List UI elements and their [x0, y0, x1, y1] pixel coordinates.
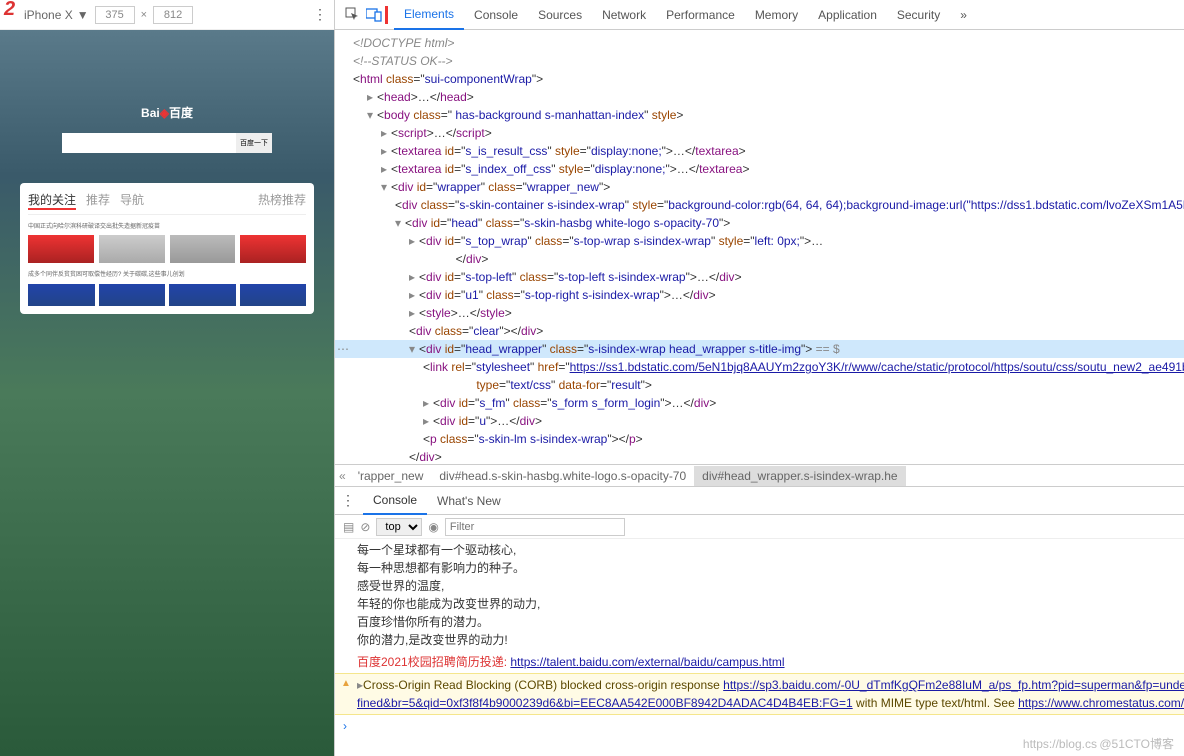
- dimension-separator: ×: [141, 9, 147, 21]
- console-output[interactable]: all_async_search_2e6e014.js:211 每一个星球都有一…: [335, 539, 1184, 756]
- recording-indicator: [385, 6, 388, 24]
- inspect-icon[interactable]: [341, 4, 363, 26]
- dom-node[interactable]: ▾<div id="wrapper" class="wrapper_new">: [335, 178, 1184, 196]
- main-tabs: Elements Console Sources Network Perform…: [394, 0, 977, 30]
- device-viewport: Bai◈百度 百度一下 我的关注 推荐 导航 热榜推荐 中国正式向哈尔滨科研破译…: [0, 30, 334, 756]
- watermark: https://blog.cs @51CTO博客: [1023, 735, 1174, 752]
- dom-node[interactable]: ▸<textarea id="s_index_off_css" style="d…: [335, 160, 1184, 178]
- card-tab-ref[interactable]: 热榜推荐: [258, 191, 306, 210]
- card-tab-1[interactable]: 我的关注: [28, 191, 76, 210]
- device-width-input[interactable]: [95, 6, 135, 24]
- dom-node[interactable]: <!DOCTYPE html>: [335, 34, 1184, 52]
- dom-node[interactable]: ▸<div id="s_fm" class="s_form s_form_log…: [335, 394, 1184, 412]
- baidu-logo: Bai◈百度: [0, 100, 334, 123]
- device-height-input[interactable]: [153, 6, 193, 24]
- breadcrumb: « 'rapper_new div#head.s-skin-hasbg.whit…: [335, 464, 1184, 486]
- tab-sources[interactable]: Sources: [528, 1, 592, 29]
- console-prompt[interactable]: [335, 715, 1184, 737]
- eye-icon[interactable]: ◉: [428, 520, 438, 534]
- baidu-search-button[interactable]: 百度一下: [236, 133, 272, 153]
- log-entry: all_async_search_2e6e014.js:211 每一个星球都有一…: [335, 539, 1184, 651]
- dom-node[interactable]: <!--STATUS OK-->: [335, 52, 1184, 70]
- log-warning: ▸Cross-Origin Read Blocking (CORB) block…: [335, 673, 1184, 715]
- console-filter-input[interactable]: [445, 518, 625, 536]
- drawer-menu-icon[interactable]: ⋮: [341, 492, 355, 509]
- tab-memory[interactable]: Memory: [745, 1, 808, 29]
- device-emulation-pane: 2 iPhone X ▼ × ⋮ Bai◈百度 百度一下 我的关注 推荐 导航 …: [0, 0, 335, 756]
- tabs-overflow-icon[interactable]: »: [950, 1, 977, 29]
- dom-node[interactable]: ▸<div id="s_top_wrap" class="s-top-wrap …: [335, 232, 1184, 268]
- thumb[interactable]: [28, 235, 94, 263]
- thumb[interactable]: [170, 235, 236, 263]
- device-name: iPhone X: [24, 8, 73, 22]
- dom-node-selected[interactable]: ▾<div id="head_wrapper" class="s-isindex…: [335, 340, 1184, 358]
- crumb-selected[interactable]: div#head_wrapper.s-isindex-wrap.he: [694, 466, 905, 486]
- sidebar-toggle-icon[interactable]: ▤: [343, 520, 354, 534]
- tab-elements[interactable]: Elements: [394, 0, 464, 30]
- card-tab-2[interactable]: 推荐: [86, 191, 110, 210]
- devtools-main-toolbar: Elements Console Sources Network Perform…: [335, 0, 1184, 30]
- dom-node[interactable]: ▸<head>…</head>: [335, 88, 1184, 106]
- kebab-menu-icon[interactable]: ⋮: [313, 6, 328, 23]
- news-1[interactable]: 中国正式向哈尔滨科研破译交出批失造据新冠疫苗: [28, 221, 306, 230]
- device-toggle-icon[interactable]: [363, 4, 385, 26]
- crumb[interactable]: 'rapper_new: [350, 466, 432, 486]
- tab-application[interactable]: Application: [808, 1, 887, 29]
- console-drawer: ⋮ Console What's New ✕ ▤ ⊘ top ◉ Default…: [335, 486, 1184, 756]
- crumb[interactable]: div#head.s-skin-hasbg.white-logo.s-opaci…: [431, 466, 694, 486]
- tab-console[interactable]: Console: [464, 1, 528, 29]
- drawer-tab-console[interactable]: Console: [363, 487, 427, 515]
- badge[interactable]: [28, 284, 95, 306]
- thumb[interactable]: [99, 235, 165, 263]
- dom-tree[interactable]: <!DOCTYPE html> <!--STATUS OK--> <html c…: [335, 30, 1184, 464]
- news-2[interactable]: 成多个同伴反贫贫困可取偿性经历? 关于碳碳,这些事儿创划: [28, 269, 306, 278]
- badge[interactable]: [169, 284, 236, 306]
- dom-node[interactable]: ▾<div id="head" class="s-skin-hasbg whit…: [335, 214, 1184, 232]
- device-toolbar: 2 iPhone X ▼ × ⋮: [0, 0, 334, 30]
- device-selector[interactable]: iPhone X ▼: [6, 8, 89, 22]
- clear-console-icon[interactable]: ⊘: [360, 520, 370, 534]
- dom-node[interactable]: ▸<div id="u">…</div>: [335, 412, 1184, 430]
- log-entry: all_async_search_2e6e014.js:211百度2021校园招…: [335, 651, 1184, 673]
- phone-frame[interactable]: Bai◈百度 百度一下 我的关注 推荐 导航 热榜推荐 中国正式向哈尔滨科研破译…: [0, 30, 334, 756]
- dom-node[interactable]: ▸<textarea id="s_is_result_css" style="d…: [335, 142, 1184, 160]
- annotation-2: 2: [4, 0, 15, 21]
- drawer-tab-whatsnew[interactable]: What's New: [427, 488, 511, 514]
- news-card: 我的关注 推荐 导航 热榜推荐 中国正式向哈尔滨科研破译交出批失造据新冠疫苗 成…: [20, 183, 314, 314]
- devtools-pane: Elements Console Sources Network Perform…: [335, 0, 1184, 756]
- baidu-search-input[interactable]: [62, 133, 236, 153]
- tab-network[interactable]: Network: [592, 1, 656, 29]
- dom-node[interactable]: ▾<body class=" has-background s-manhatta…: [335, 106, 1184, 124]
- dom-node[interactable]: <link rel="stylesheet" href="https://ss1…: [335, 358, 1184, 394]
- tab-security[interactable]: Security: [887, 1, 950, 29]
- badge[interactable]: [99, 284, 166, 306]
- dom-node[interactable]: ▸<div id="s-top-left" class="s-top-left …: [335, 268, 1184, 286]
- dom-node[interactable]: <p class="s-skin-lm s-isindex-wrap"></p>: [335, 430, 1184, 448]
- card-tab-3[interactable]: 导航: [120, 191, 144, 210]
- thumb[interactable]: [240, 235, 306, 263]
- dom-node[interactable]: </div>: [335, 448, 1184, 464]
- dom-node[interactable]: ▸<style>…</style>: [335, 304, 1184, 322]
- elements-panel: <!DOCTYPE html> <!--STATUS OK--> <html c…: [335, 30, 1184, 464]
- dom-node[interactable]: ▸<script>…</script>: [335, 124, 1184, 142]
- dom-node[interactable]: <html class="sui-componentWrap">: [335, 70, 1184, 88]
- dom-node[interactable]: ▸<div id="u1" class="s-top-right s-isind…: [335, 286, 1184, 304]
- scroll-left-icon[interactable]: «: [335, 469, 350, 483]
- context-selector[interactable]: top: [376, 518, 422, 536]
- drawer-tabs: ⋮ Console What's New ✕: [335, 487, 1184, 515]
- console-toolbar: ▤ ⊘ top ◉ Default levels ▼ 5 hidden ⚙: [335, 515, 1184, 539]
- tab-performance[interactable]: Performance: [656, 1, 745, 29]
- chevron-down-icon: ▼: [77, 8, 89, 22]
- dom-node[interactable]: <div class="s-skin-container s-isindex-w…: [335, 196, 1184, 214]
- baidu-search-bar: 百度一下: [62, 133, 272, 153]
- badge[interactable]: [240, 284, 307, 306]
- dom-node[interactable]: <div class="clear"></div>: [335, 322, 1184, 340]
